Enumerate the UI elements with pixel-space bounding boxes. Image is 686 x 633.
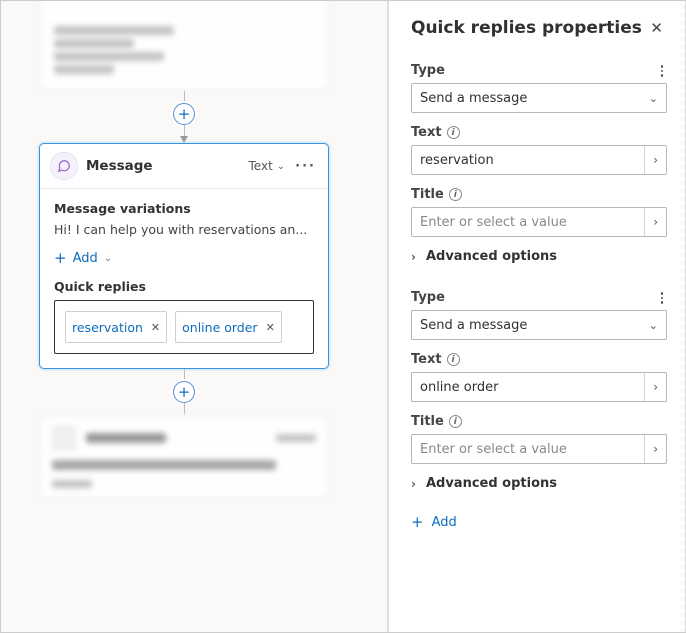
text-input[interactable]: online order › <box>411 372 667 402</box>
title-input[interactable]: Enter or select a value › <box>411 207 667 237</box>
next-node-blurred <box>39 415 329 499</box>
chevron-down-icon: ⌄ <box>104 253 112 264</box>
chevron-right-icon[interactable]: › <box>644 208 658 236</box>
chevron-down-icon: ⌄ <box>649 92 658 105</box>
info-icon[interactable]: i <box>447 126 460 139</box>
title-label: Title i <box>411 187 667 202</box>
type-select[interactable]: Send a message ⌄ <box>411 83 667 113</box>
properties-panel: Quick replies properties ✕ Type Send a m… <box>388 1 685 632</box>
type-label: Type <box>411 63 445 78</box>
info-icon[interactable]: i <box>447 353 460 366</box>
node-output-type-selector[interactable]: Text ⌄ <box>249 159 286 173</box>
message-variations-label: Message variations <box>54 201 314 216</box>
add-node-button-bottom[interactable]: + <box>173 381 195 403</box>
info-icon[interactable]: i <box>449 188 462 201</box>
plus-icon: + <box>411 513 424 531</box>
message-icon <box>50 152 78 180</box>
add-variation-button[interactable]: + Add ⌄ <box>54 247 314 279</box>
chevron-right-icon[interactable]: › <box>644 146 658 174</box>
message-node-selected[interactable]: Message Text ⌄ ··· Message variations Hi… <box>39 143 329 369</box>
chevron-right-icon[interactable]: › <box>644 373 658 401</box>
add-node-button-top[interactable]: + <box>173 103 195 125</box>
chevron-right-icon[interactable]: › <box>644 435 658 463</box>
plus-icon: + <box>54 249 67 267</box>
item-more-menu[interactable] <box>657 288 668 308</box>
advanced-options-toggle[interactable]: › Advanced options <box>411 249 667 264</box>
chevron-down-icon: ⌄ <box>649 319 658 332</box>
node-title: Message <box>86 158 241 174</box>
item-more-menu[interactable] <box>657 61 668 81</box>
quick-reply-chip[interactable]: reservation ✕ <box>65 311 167 343</box>
text-input[interactable]: reservation › <box>411 145 667 175</box>
text-label: Text i <box>411 352 667 367</box>
remove-chip-icon[interactable]: ✕ <box>266 321 275 334</box>
node-more-menu[interactable]: ··· <box>293 159 318 174</box>
info-icon[interactable]: i <box>449 415 462 428</box>
add-quick-reply-button[interactable]: + Add <box>411 513 667 531</box>
chevron-down-icon: ⌄ <box>277 161 285 172</box>
chevron-right-icon: › <box>411 477 416 491</box>
panel-title: Quick replies properties <box>411 18 642 38</box>
quick-replies-label: Quick replies <box>54 279 314 294</box>
remove-chip-icon[interactable]: ✕ <box>151 321 160 334</box>
advanced-options-toggle[interactable]: › Advanced options <box>411 476 667 491</box>
authoring-canvas: + Message Text ⌄ ··· <box>1 1 388 632</box>
text-label: Text i <box>411 125 667 140</box>
type-select[interactable]: Send a message ⌄ <box>411 310 667 340</box>
prev-node-blurred <box>39 1 329 91</box>
message-preview-text[interactable]: Hi! I can help you with reservations an.… <box>54 222 314 237</box>
quick-reply-chip[interactable]: online order ✕ <box>175 311 282 343</box>
title-label: Title i <box>411 414 667 429</box>
chevron-right-icon: › <box>411 250 416 264</box>
close-panel-button[interactable]: ✕ <box>646 15 667 41</box>
quick-replies-input[interactable]: reservation ✕ online order ✕ <box>54 300 314 354</box>
title-input[interactable]: Enter or select a value › <box>411 434 667 464</box>
type-label: Type <box>411 290 445 305</box>
